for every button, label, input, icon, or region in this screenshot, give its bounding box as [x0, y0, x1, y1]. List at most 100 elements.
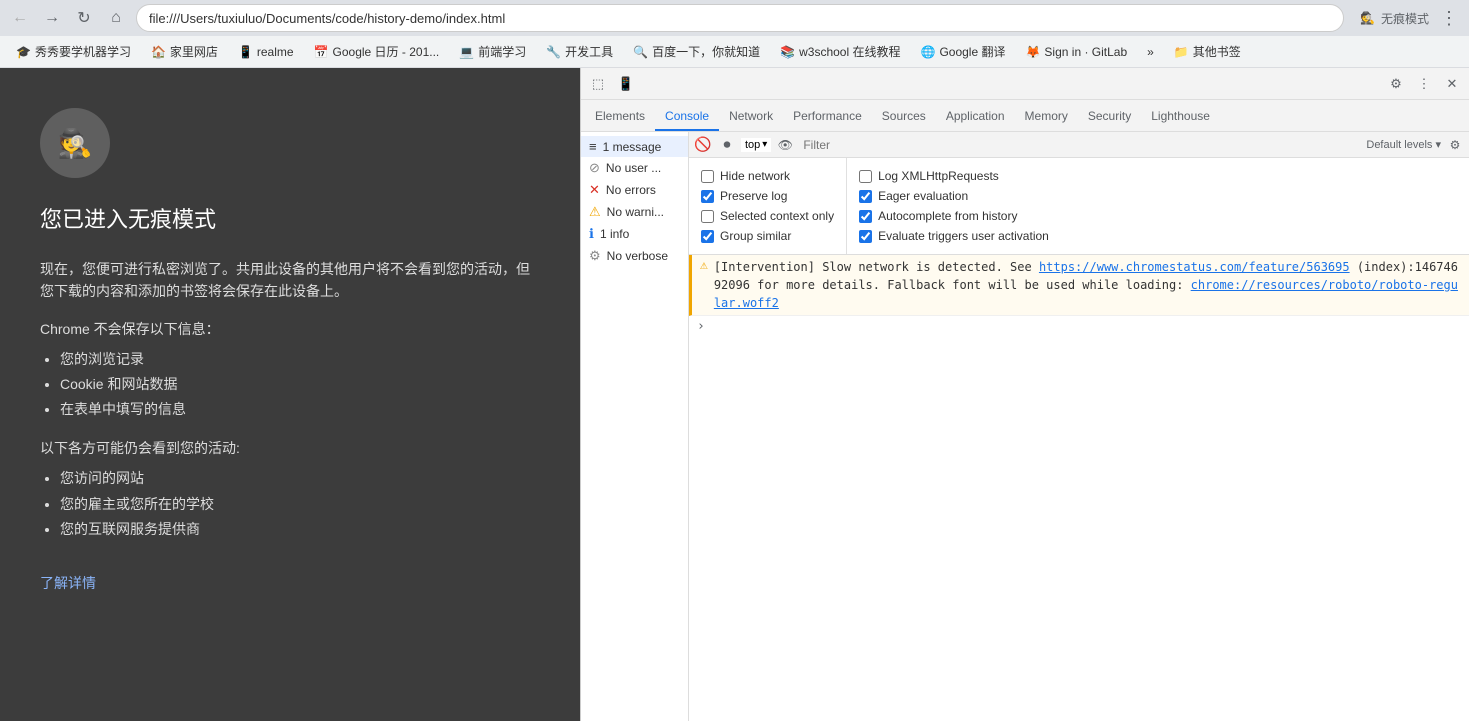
- devtools-tabs: Elements Console Network Performance Sou…: [581, 100, 1469, 132]
- bookmark-realme[interactable]: 📱 realme: [230, 41, 302, 63]
- bookmark-devtools[interactable]: 🔧 开发工具: [538, 39, 621, 64]
- tab-performance[interactable]: Performance: [783, 103, 872, 131]
- setting-selected-context[interactable]: Selected context only: [701, 206, 834, 226]
- list-item: 您访问的网站: [60, 466, 540, 491]
- roboto-font-link[interactable]: chrome://resources/roboto/roboto-regular…: [714, 278, 1458, 310]
- setting-log-xmlhttprequests[interactable]: Log XMLHttpRequests: [859, 166, 1049, 186]
- address-bar[interactable]: file:///Users/tuxiuluo/Documents/code/hi…: [136, 4, 1344, 32]
- list-item: 您的互联网服务提供商: [60, 517, 540, 542]
- dock-button[interactable]: ⬚: [585, 71, 611, 97]
- bookmark-icon: 📁: [1174, 45, 1189, 59]
- bookmark-label: 家里网店: [170, 43, 218, 60]
- sidebar-item-label: No warni...: [607, 205, 664, 219]
- setting-label: Hide network: [720, 169, 790, 183]
- devtools-panel: ⬚ 📱 ⚙ ⋮ ✕ Elements Console Network Perfo…: [580, 68, 1469, 721]
- console-input[interactable]: [713, 320, 1461, 334]
- sidebar-item-label: No verbose: [607, 249, 668, 263]
- tab-memory[interactable]: Memory: [1015, 103, 1078, 131]
- console-settings-button[interactable]: ⚙: [1445, 135, 1465, 155]
- stop-recording-button[interactable]: ⏺: [717, 135, 737, 155]
- bookmark-w3school[interactable]: 📚 w3school 在线教程: [772, 39, 908, 64]
- setting-eager-evaluation[interactable]: Eager evaluation: [859, 186, 1049, 206]
- setting-label: Eager evaluation: [878, 189, 968, 203]
- close-devtools-button[interactable]: ✕: [1439, 71, 1465, 97]
- setting-label: Group similar: [720, 229, 791, 243]
- setting-label: Log XMLHttpRequests: [878, 169, 999, 183]
- bookmark-jiqixuexi[interactable]: 🎓 秀秀要学机器学习: [8, 39, 139, 64]
- top-bar: ← → ↻ ⌂ file:///Users/tuxiuluo/Documents…: [0, 0, 1469, 36]
- user-icon: ⊘: [589, 160, 600, 176]
- sidebar-item-verbose[interactable]: ⚙ No verbose: [581, 245, 688, 267]
- hide-network-checkbox[interactable]: [701, 170, 714, 183]
- preserve-log-checkbox[interactable]: [701, 190, 714, 203]
- bookmark-icon: 📚: [780, 45, 795, 59]
- selected-context-checkbox[interactable]: [701, 210, 714, 223]
- more-options-button[interactable]: ⋮: [1411, 71, 1437, 97]
- bookmark-icon: 💻: [459, 45, 474, 59]
- group-similar-checkbox[interactable]: [701, 230, 714, 243]
- menu-button[interactable]: ⋮: [1437, 6, 1461, 30]
- page-title: 您已进入无痕模式: [40, 202, 540, 234]
- incognito-icon: 🕵️: [1360, 11, 1375, 25]
- sidebar-item-label: No errors: [606, 183, 656, 197]
- bookmark-icon: 🦊: [1025, 45, 1040, 59]
- bookmark-frontend[interactable]: 💻 前端学习: [451, 39, 534, 64]
- setting-preserve-log[interactable]: Preserve log: [701, 186, 834, 206]
- setting-group-similar[interactable]: Group similar: [701, 226, 834, 246]
- bookmark-more[interactable]: »: [1139, 41, 1162, 63]
- eager-eval-checkbox[interactable]: [859, 190, 872, 203]
- page-content: 🕵️ 您已进入无痕模式 现在，您便可进行私密浏览了。共用此设备的其他用户将不会看…: [0, 68, 580, 721]
- setting-autocomplete-history[interactable]: Autocomplete from history: [859, 206, 1049, 226]
- bookmark-icon: 🌐: [920, 45, 935, 59]
- settings-gear-button[interactable]: ⚙: [1383, 71, 1409, 97]
- sidebar-item-errors[interactable]: ✕ No errors: [581, 179, 688, 201]
- sidebar-item-info[interactable]: ℹ 1 info: [581, 223, 688, 245]
- back-button[interactable]: ←: [8, 6, 32, 30]
- bookmark-label: 其他书签: [1193, 43, 1241, 60]
- refresh-button[interactable]: ↻: [72, 6, 96, 30]
- forward-button[interactable]: →: [40, 6, 64, 30]
- learn-more-link[interactable]: 了解详情: [40, 575, 96, 591]
- tab-console[interactable]: Console: [655, 103, 719, 131]
- default-levels-dropdown[interactable]: Default levels ▾: [1366, 138, 1441, 151]
- tab-lighthouse[interactable]: Lighthouse: [1141, 103, 1220, 131]
- dropdown-icon: ▾: [762, 139, 767, 150]
- address-text: file:///Users/tuxiuluo/Documents/code/hi…: [149, 11, 505, 26]
- context-label: top: [745, 139, 760, 151]
- home-button[interactable]: ⌂: [104, 6, 128, 30]
- sidebar-item-user[interactable]: ⊘ No user ...: [581, 157, 688, 179]
- mobile-button[interactable]: 📱: [613, 71, 639, 97]
- incognito-badge: 🕵️ 无痕模式: [1360, 10, 1429, 27]
- sidebar-item-all-messages[interactable]: ≡ 1 message: [581, 136, 688, 157]
- tab-sources[interactable]: Sources: [872, 103, 936, 131]
- context-selector[interactable]: top ▾: [741, 138, 771, 152]
- sidebar-item-warnings[interactable]: ⚠ No warni...: [581, 201, 688, 223]
- clear-console-button[interactable]: 🚫: [693, 135, 713, 155]
- incognito-label: 无痕模式: [1381, 10, 1429, 27]
- setting-hide-network[interactable]: Hide network: [701, 166, 834, 186]
- tab-network[interactable]: Network: [719, 103, 783, 131]
- bookmark-jiliwangdian[interactable]: 🏠 家里网店: [143, 39, 226, 64]
- bookmark-gitlab[interactable]: 🦊 Sign in · GitLab: [1017, 41, 1135, 63]
- bookmark-icon: 🏠: [151, 45, 166, 59]
- log-xhr-checkbox[interactable]: [859, 170, 872, 183]
- bookmark-google-calendar[interactable]: 📅 Google 日历 - 201...: [306, 39, 448, 64]
- filter-input[interactable]: [799, 135, 1362, 155]
- bookmark-baidu[interactable]: 🔍 百度一下，你就知道: [625, 39, 768, 64]
- devtools-right-icons: ⚙ ⋮ ✕: [1383, 71, 1465, 97]
- filter-eye-button[interactable]: 👁: [775, 135, 795, 155]
- tab-application[interactable]: Application: [936, 103, 1015, 131]
- bookmark-label: realme: [257, 45, 294, 59]
- setting-evaluate-triggers[interactable]: Evaluate triggers user activation: [859, 226, 1049, 246]
- bookmark-google-translate[interactable]: 🌐 Google 翻译: [912, 39, 1013, 64]
- chromestatus-link[interactable]: https://www.chromestatus.com/feature/563…: [1039, 260, 1350, 274]
- bookmark-others[interactable]: 📁 其他书签: [1166, 39, 1249, 64]
- console-area: ≡ 1 message ⊘ No user ... ✕ No errors ⚠ …: [581, 132, 1469, 721]
- warning-icon: ⚠: [589, 204, 601, 220]
- autocomplete-history-checkbox[interactable]: [859, 210, 872, 223]
- tab-elements[interactable]: Elements: [585, 103, 655, 131]
- evaluate-triggers-checkbox[interactable]: [859, 230, 872, 243]
- console-sidebar: ≡ 1 message ⊘ No user ... ✕ No errors ⚠ …: [581, 132, 689, 721]
- tab-security[interactable]: Security: [1078, 103, 1141, 131]
- bookmark-label: w3school 在线教程: [799, 43, 900, 60]
